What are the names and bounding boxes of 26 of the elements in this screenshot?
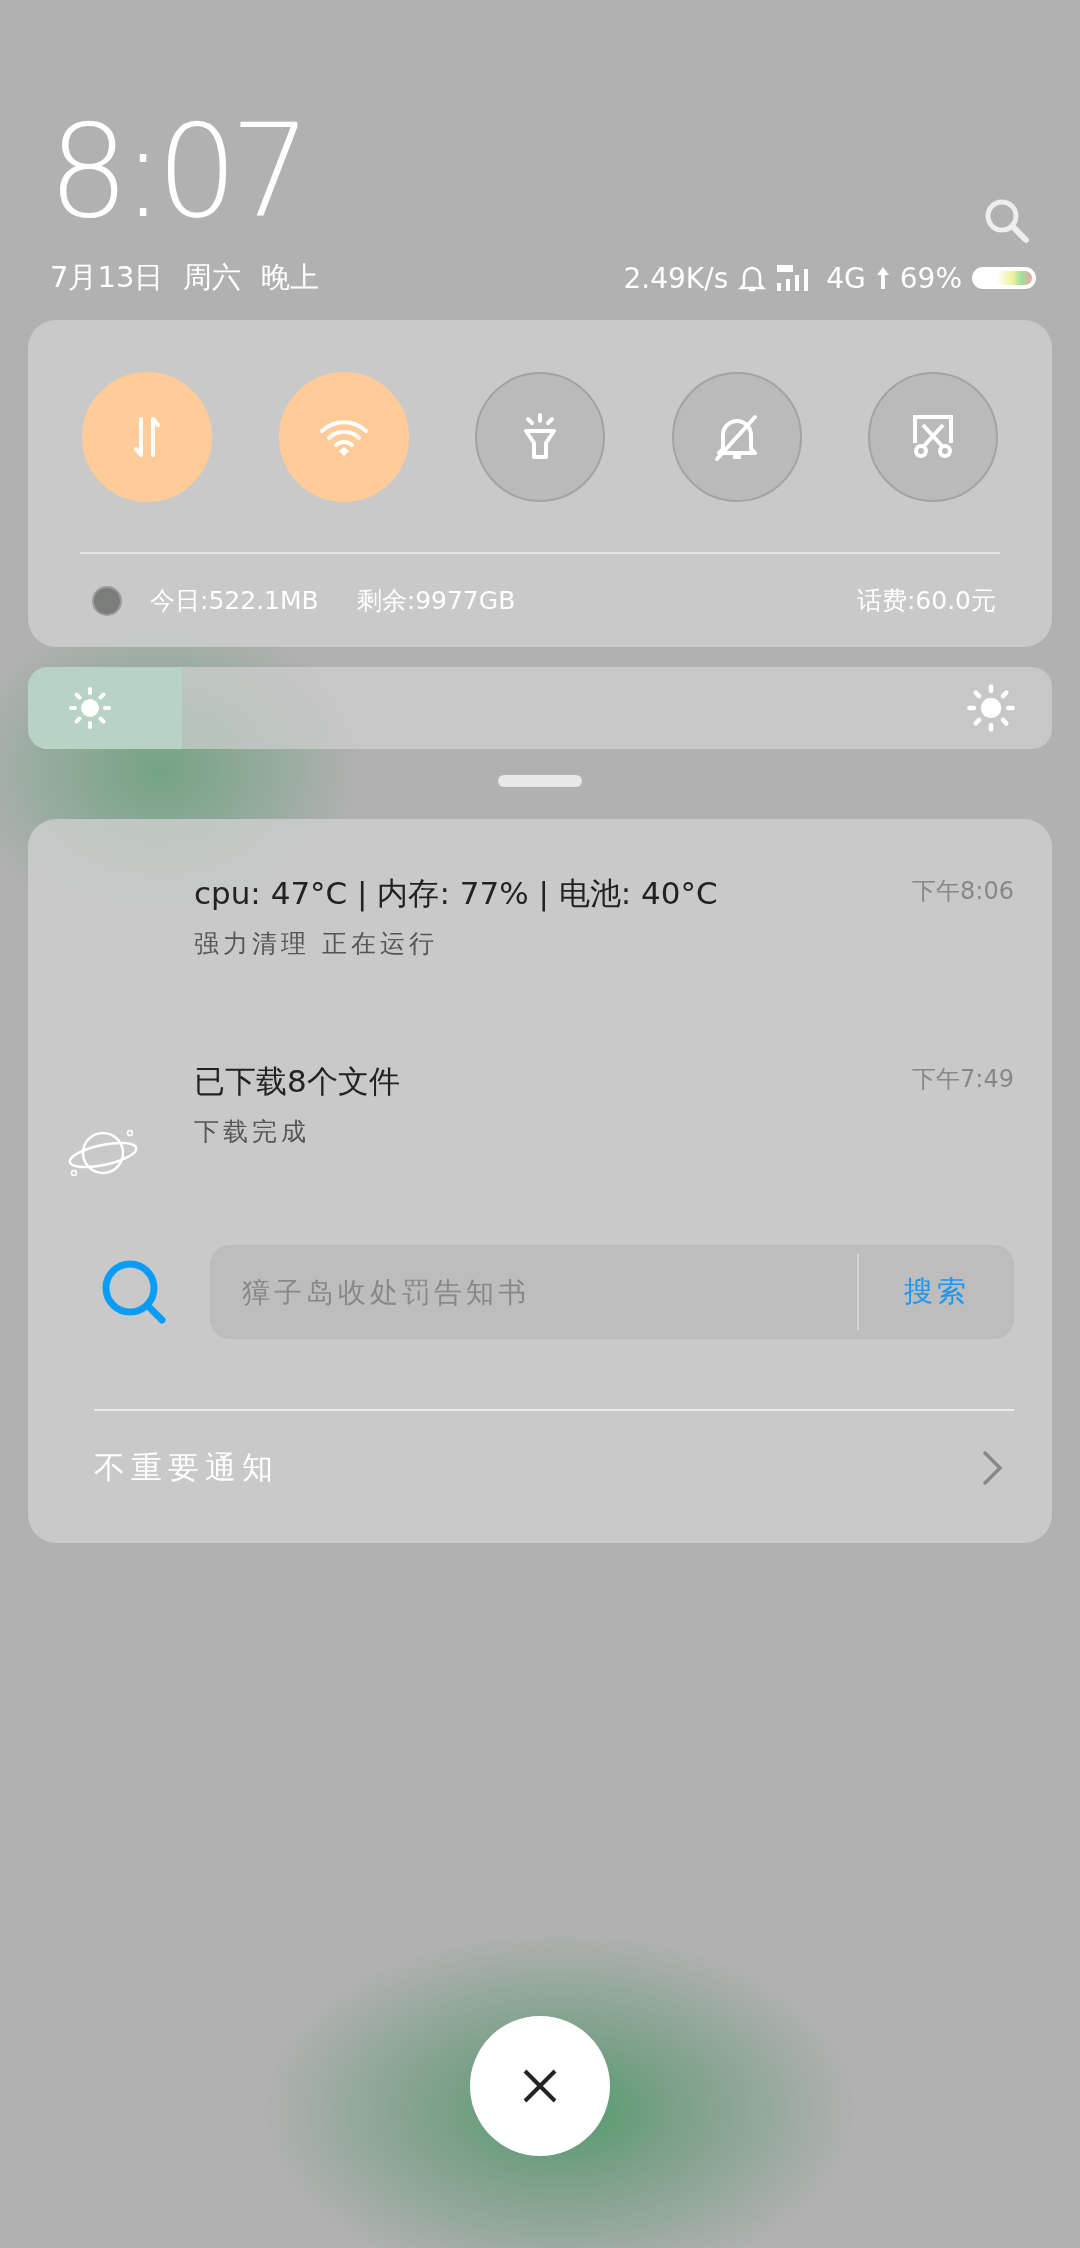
notification-subtitle: 强力清理 正在运行 (194, 928, 439, 960)
brightness-high-icon (966, 683, 1016, 733)
close-icon (522, 2068, 558, 2104)
period-text: 晚上 (261, 259, 320, 296)
planet-icon (66, 1127, 140, 1179)
brightness-low-icon (68, 686, 112, 730)
notification-time: 下午7:49 (912, 1064, 1014, 1095)
brightness-slider[interactable] (28, 667, 1052, 749)
battery-percent: 69% (899, 261, 962, 295)
net-speed: 2.49K/s (623, 261, 729, 295)
date-text: 7月13日 (50, 259, 164, 296)
notification-time: 下午8:06 (912, 876, 1014, 907)
upload-arrow-icon (875, 265, 890, 291)
brightness-fill[interactable] (28, 667, 182, 749)
clock-time: 8:07 (48, 108, 304, 236)
search-button[interactable]: 搜索 (859, 1272, 1014, 1312)
search-icon (100, 1258, 168, 1326)
network-type: 4G (826, 261, 866, 295)
status-dot (92, 585, 122, 616)
notification-title: cpu: 47°C | 内存: 77% | 电池: 40°C (194, 874, 719, 914)
notification-subtitle: 下载完成 (194, 1116, 311, 1148)
notification-title: 已下载8个文件 (194, 1062, 401, 1101)
drag-handle[interactable] (498, 775, 582, 787)
chevron-right-icon[interactable] (980, 1448, 1004, 1488)
battery-icon (972, 267, 1036, 289)
weekday-text: 周六 (183, 259, 242, 296)
